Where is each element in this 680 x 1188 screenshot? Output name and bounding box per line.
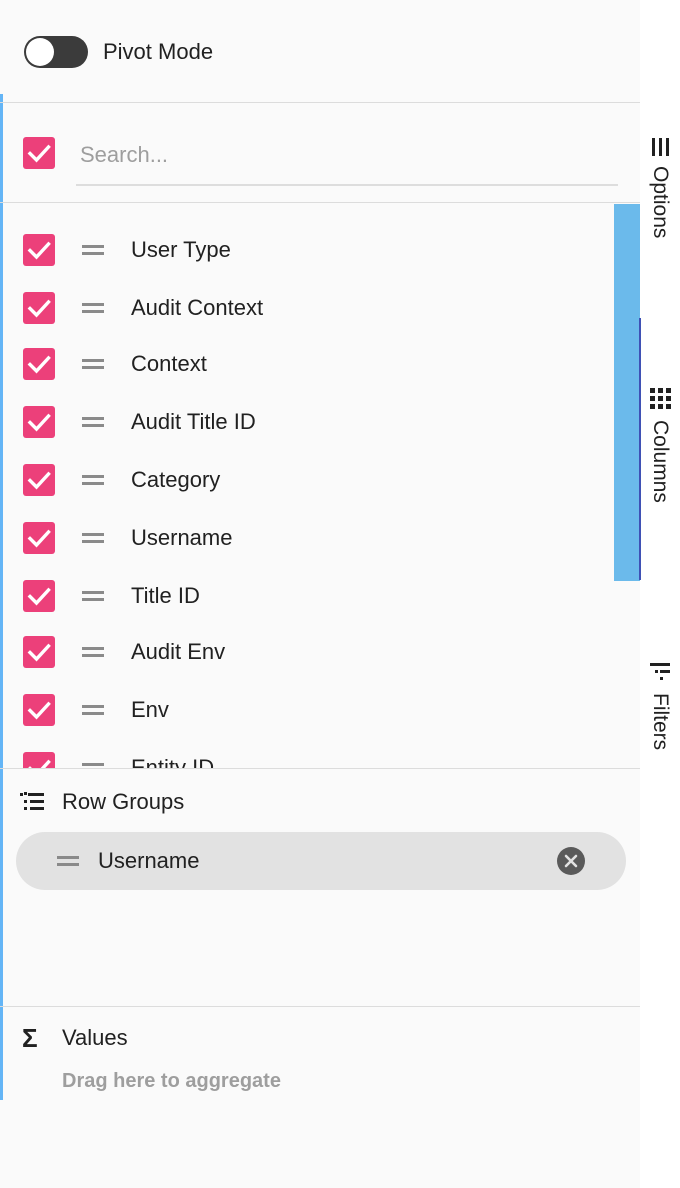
column-checkbox[interactable] <box>23 464 55 496</box>
grid-icon <box>650 388 671 409</box>
select-all-checkbox[interactable] <box>23 137 55 169</box>
column-list: User Type Audit Context Context Audit Ti… <box>0 204 614 768</box>
toggle-knob <box>26 38 54 66</box>
values-drop-hint: Drag here to aggregate <box>62 1070 281 1092</box>
drag-handle-icon[interactable] <box>82 359 104 369</box>
tab-columns-label: Columns <box>649 420 672 503</box>
drag-handle-icon[interactable] <box>82 591 104 601</box>
drag-handle-icon[interactable] <box>82 303 104 313</box>
pivot-mode-label: Pivot Mode <box>103 39 214 64</box>
checkmark-icon <box>27 241 51 260</box>
drag-handle-icon[interactable] <box>82 475 104 485</box>
column-checkbox[interactable] <box>23 234 55 266</box>
column-item[interactable]: Entity ID <box>0 740 614 768</box>
column-label: Username <box>131 525 233 550</box>
column-checkbox[interactable] <box>23 522 55 554</box>
column-checkbox[interactable] <box>23 752 55 768</box>
column-item[interactable]: User Type <box>0 222 614 278</box>
columns-tool-panel: Pivot Mode User Type Audit Context <box>0 0 640 1188</box>
tab-columns[interactable]: Columns <box>640 380 680 520</box>
drag-handle-icon[interactable] <box>82 417 104 427</box>
drag-handle-icon[interactable] <box>82 533 104 543</box>
checkmark-icon <box>27 355 51 374</box>
drag-handle-icon[interactable] <box>82 245 104 255</box>
divider <box>0 1006 640 1007</box>
close-icon <box>564 854 578 868</box>
column-checkbox[interactable] <box>23 694 55 726</box>
tab-options[interactable]: Options <box>640 130 680 260</box>
column-label: Context <box>131 351 207 376</box>
checkmark-icon <box>27 471 51 490</box>
pivot-mode-toggle[interactable] <box>24 36 88 68</box>
tab-filters[interactable]: Filters <box>640 655 680 765</box>
pivot-mode-row: Pivot Mode <box>0 0 640 102</box>
tab-filters-label: Filters <box>649 693 672 751</box>
column-item[interactable]: Env <box>0 682 614 738</box>
column-label: Audit Env <box>131 639 226 664</box>
column-item[interactable]: Title ID <box>0 568 614 624</box>
checkmark-icon <box>27 643 51 662</box>
column-item[interactable]: Audit Title ID <box>0 394 614 450</box>
checkmark-icon <box>27 587 51 606</box>
divider <box>0 202 640 203</box>
column-label: Title ID <box>131 583 200 608</box>
hamburger-icon <box>652 138 669 156</box>
column-item[interactable]: Audit Env <box>0 624 614 680</box>
checkmark-icon <box>27 299 51 318</box>
checkmark-icon <box>27 144 51 163</box>
row-groups-title: Row Groups <box>62 789 185 814</box>
row-groups-icon <box>20 792 44 810</box>
column-checkbox[interactable] <box>23 292 55 324</box>
divider <box>0 102 640 103</box>
checkmark-icon <box>28 759 51 768</box>
remove-chip-button[interactable] <box>557 847 585 875</box>
sigma-icon: Σ <box>22 1023 38 1053</box>
column-label: Env <box>131 697 169 722</box>
column-item[interactable]: Audit Context <box>0 280 614 336</box>
column-label: Entity ID <box>131 755 215 768</box>
column-label: User Type <box>131 237 231 262</box>
column-checkbox[interactable] <box>23 406 55 438</box>
drag-handle-icon[interactable] <box>82 647 104 657</box>
checkmark-icon <box>27 529 51 548</box>
column-checkbox[interactable] <box>23 580 55 612</box>
divider <box>0 768 640 769</box>
tool-panel-root: Pivot Mode User Type Audit Context <box>0 0 680 1188</box>
tab-options-label: Options <box>649 166 672 239</box>
column-label: Audit Title ID <box>131 409 256 434</box>
drag-handle-icon[interactable] <box>57 856 79 866</box>
column-list-scrollbar[interactable] <box>614 204 640 581</box>
chip-label: Username <box>98 848 200 873</box>
drag-handle-icon[interactable] <box>82 705 104 715</box>
search-input[interactable] <box>76 126 618 186</box>
column-checkbox[interactable] <box>23 636 55 668</box>
filter-icon <box>650 663 670 680</box>
values-title: Values <box>62 1025 128 1050</box>
column-label: Audit Context <box>131 295 264 320</box>
checkmark-icon <box>27 701 51 720</box>
row-group-chip[interactable]: Username <box>16 832 626 890</box>
column-item[interactable]: Category <box>0 452 614 508</box>
column-item[interactable]: Username <box>0 510 614 566</box>
column-checkbox[interactable] <box>23 348 55 380</box>
column-item[interactable]: Context <box>0 336 614 392</box>
checkmark-icon <box>27 413 51 432</box>
column-label: Category <box>131 467 221 492</box>
